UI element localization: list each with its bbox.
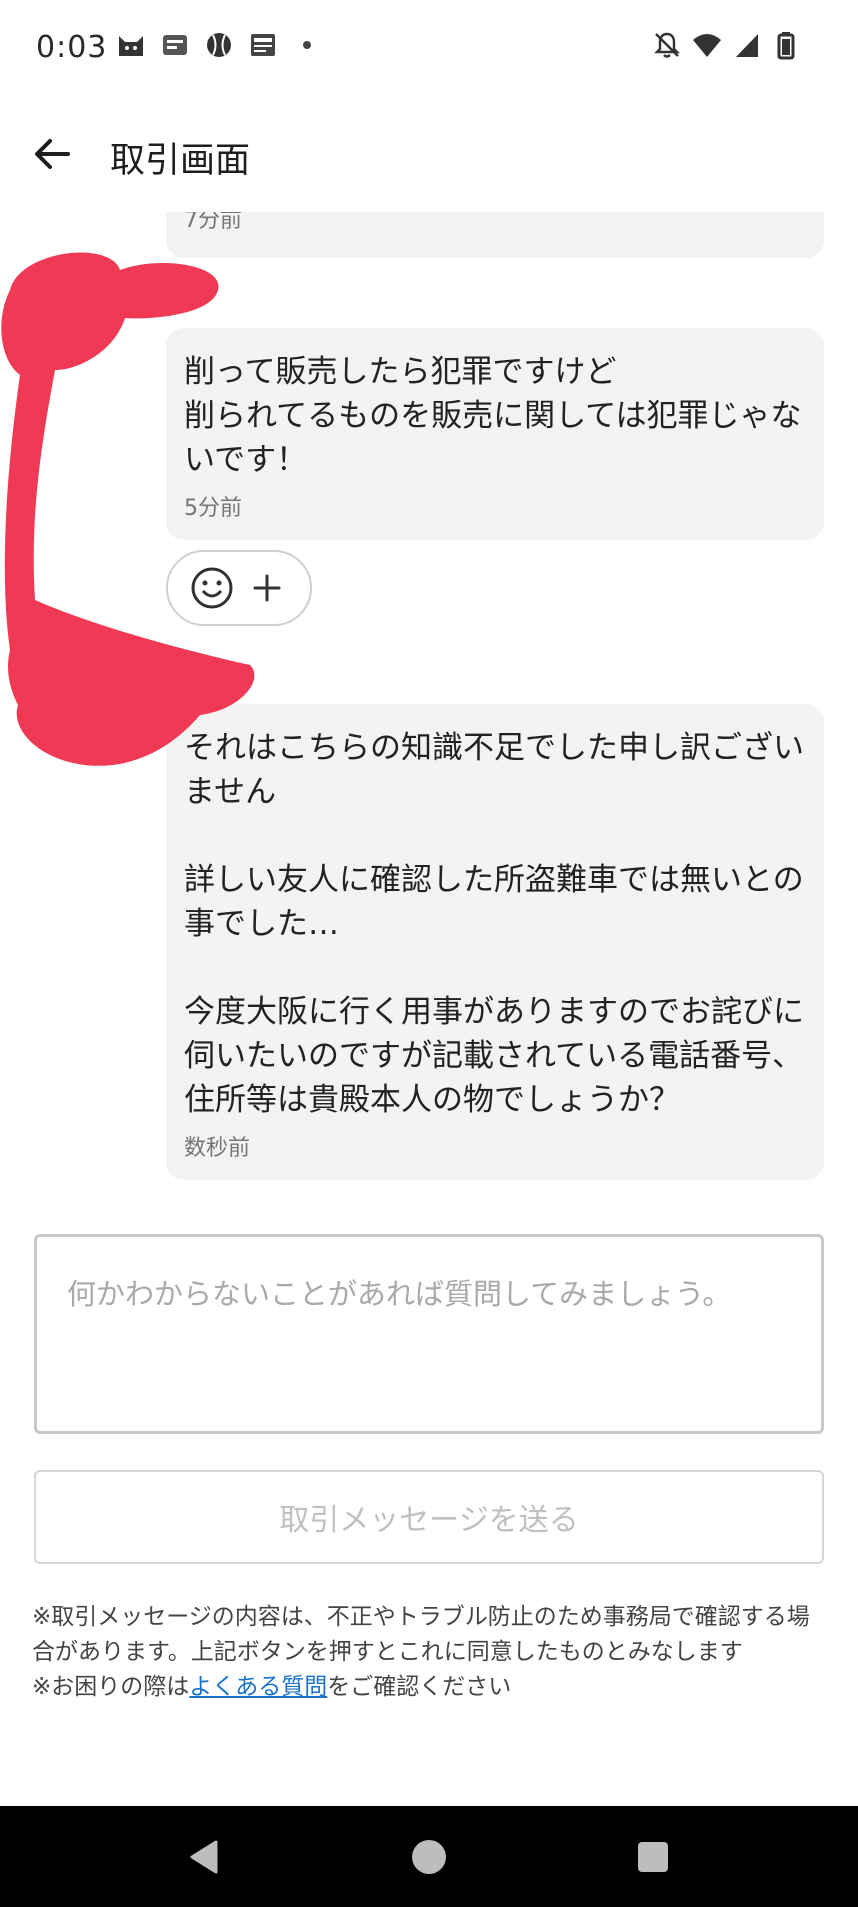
redaction-scribble	[1, 252, 255, 766]
message-time: 数秒前	[184, 1136, 251, 1161]
back-arrow-icon[interactable]	[28, 130, 76, 178]
message-text: それはこちらの知識不足でした申し訳ござい ません 詳しい友人に確認した所盗難車で…	[184, 730, 804, 1118]
home-circle-icon[interactable]	[404, 1832, 454, 1882]
signal-icon	[736, 34, 758, 57]
dot-icon	[303, 41, 311, 49]
send-message-button[interactable]: 取引メッセージを送る	[34, 1470, 824, 1564]
status-notification-icons	[116, 30, 322, 60]
message-input-box[interactable]	[34, 1234, 824, 1434]
status-system-icons	[652, 30, 802, 60]
status-time: 0:03	[36, 30, 108, 65]
message-time: 7分前	[184, 212, 242, 233]
message-text: 削って販売したら犯罪ですけど 削られてるものを販売に関しては犯罪じゃな いです！	[184, 354, 802, 478]
notice-text: ※取引メッセージの内容は、不正やトラブル防止のため事務局で確認する場合があります…	[32, 1600, 828, 1705]
notifications-off-icon	[654, 32, 680, 58]
battery-icon	[777, 32, 795, 60]
system-nav-bar	[0, 1806, 858, 1907]
notice-line-2: ※お困りの際はよくある質問をご確認ください	[32, 1674, 512, 1700]
recents-square-icon[interactable]	[628, 1832, 678, 1882]
back-triangle-icon[interactable]	[180, 1832, 230, 1882]
baseball-icon	[207, 33, 231, 57]
faq-link[interactable]: よくある質問	[189, 1674, 327, 1700]
app-bar: 取引画面	[0, 96, 858, 212]
status-bar: 0:03	[0, 0, 858, 96]
notification-app-icon	[163, 35, 187, 55]
news-icon	[251, 34, 275, 56]
cat-icon	[119, 36, 143, 56]
message-time: 5分前	[184, 496, 242, 521]
notice-line-1: ※取引メッセージの内容は、不正やトラブル防止のため事務局で確認する場合があります…	[32, 1604, 810, 1665]
message-input[interactable]	[37, 1237, 821, 1431]
wifi-icon	[693, 34, 721, 57]
page-title: 取引画面	[110, 141, 251, 181]
